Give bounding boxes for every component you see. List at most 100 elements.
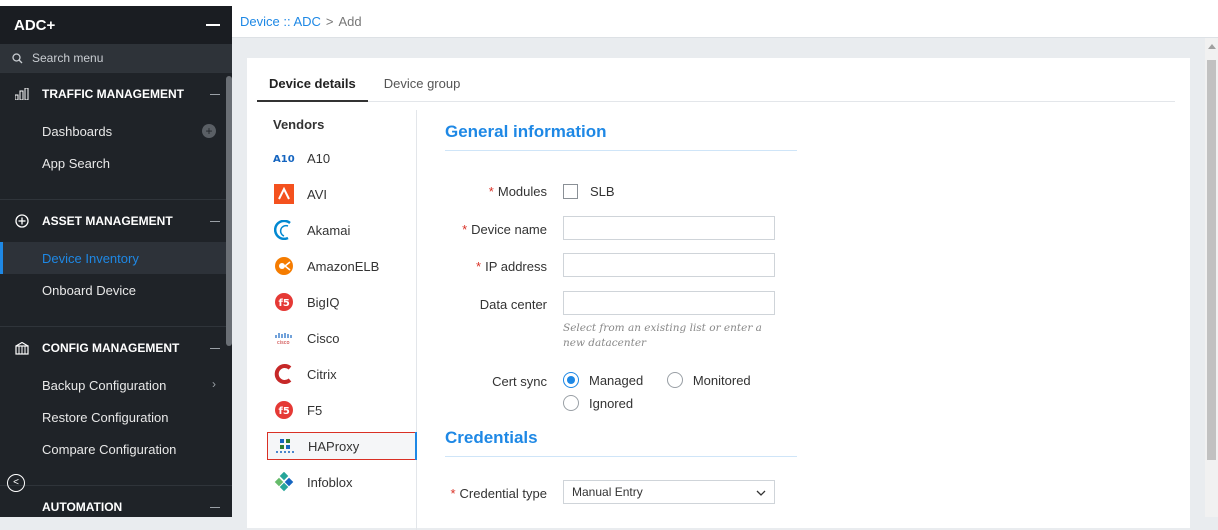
cert-managed-radio[interactable]: Managed: [563, 372, 643, 388]
avi-logo-icon: [273, 183, 295, 205]
credential-type-select[interactable]: Manual Entry: [563, 480, 775, 504]
sidebar-item-restore-configuration[interactable]: Restore Configuration: [0, 401, 232, 433]
vendor-label: A10: [307, 150, 331, 166]
collapse-sidebar-icon[interactable]: <: [7, 474, 25, 492]
sidebar-item-backup-configuration[interactable]: Backup Configuration ›: [0, 369, 232, 401]
sidebar-item-label: Compare Configuration: [42, 441, 177, 457]
tab-bar: Device details Device group: [257, 68, 1175, 102]
required-marker: *: [450, 486, 456, 501]
slb-label: SLB: [590, 184, 615, 199]
vendor-avi[interactable]: AVI: [267, 176, 416, 212]
sidebar-item-app-search[interactable]: App Search: [0, 147, 232, 179]
vendor-bigiq[interactable]: f5 BigIQ: [267, 284, 416, 320]
credential-type-value: Manual Entry: [572, 485, 643, 499]
search-menu-placeholder: Search menu: [32, 51, 104, 65]
ip-address-input[interactable]: [563, 253, 775, 277]
tab-device-group[interactable]: Device group: [372, 68, 473, 100]
cert-monitored-radio[interactable]: Monitored: [666, 372, 751, 388]
data-center-input[interactable]: [563, 291, 775, 315]
app-title: ADC+: [14, 16, 56, 34]
sidebar-item-label: Restore Configuration: [42, 409, 169, 425]
section-config-management[interactable]: CONFIG MANAGEMENT: [0, 326, 232, 369]
radio-label: Ignored: [589, 395, 634, 411]
data-center-help-text: Select from an existing list or enter a …: [563, 322, 762, 349]
vendor-cisco[interactable]: cisco Cisco: [267, 320, 416, 356]
radio-button[interactable]: [563, 395, 579, 411]
collapse-section-icon[interactable]: [210, 506, 220, 508]
vendor-amazonelb[interactable]: AmazonELB: [267, 248, 416, 284]
vendor-label: Akamai: [307, 222, 351, 238]
checkbox-box[interactable]: [563, 184, 578, 199]
radio-button[interactable]: [563, 372, 579, 388]
required-marker: *: [476, 259, 482, 274]
collapse-section-icon[interactable]: [210, 347, 220, 349]
vendor-label: BigIQ: [307, 294, 340, 310]
radio-button[interactable]: [666, 372, 683, 388]
search-icon: [12, 52, 23, 64]
vendors-title: Vendors: [273, 117, 325, 132]
device-name-row: * Device name: [445, 216, 775, 240]
vendor-haproxy[interactable]: HAProxy: [267, 432, 417, 460]
svg-text:cisco: cisco: [277, 340, 290, 345]
vendor-label: Cisco: [307, 330, 340, 346]
sidebar-item-device-inventory[interactable]: Device Inventory: [0, 242, 232, 274]
haproxy-logo-icon: [274, 435, 296, 457]
section-label: ASSET MANAGEMENT: [42, 214, 173, 228]
data-center-label: Data center: [479, 297, 547, 312]
breadcrumb-current: Add: [338, 14, 362, 29]
amazonelb-logo-icon: [273, 255, 295, 277]
vendor-label: AVI: [307, 186, 327, 202]
ip-address-label: IP address: [485, 259, 547, 274]
sidebar-scrollbar[interactable]: [226, 76, 232, 346]
general-information-title: General information: [445, 122, 797, 151]
scrollbar-thumb[interactable]: [1207, 60, 1216, 460]
vendor-akamai[interactable]: Akamai: [267, 212, 416, 248]
vendor-label: F5: [307, 402, 323, 418]
f5-logo-icon: f5: [273, 291, 295, 313]
vendor-label: AmazonELB: [307, 258, 380, 274]
sidebar-item-compare-configuration[interactable]: Compare Configuration: [0, 433, 232, 465]
vendor-label: HAProxy: [308, 438, 360, 454]
ip-address-row: * IP address: [445, 253, 775, 277]
sidebar-item-label: Device Inventory: [42, 250, 139, 266]
collapse-section-icon[interactable]: [210, 220, 220, 222]
add-dashboard-icon[interactable]: +: [202, 124, 216, 138]
svg-text:f5: f5: [279, 406, 290, 417]
asset-icon: [14, 214, 30, 228]
sidebar-item-dashboards[interactable]: Dashboards +: [0, 115, 232, 147]
citrix-logo-icon: [273, 363, 295, 385]
modules-row: * Modules SLB: [445, 178, 635, 199]
radio-label: Monitored: [692, 372, 751, 388]
sidebar-item-label: Dashboards: [42, 123, 113, 139]
device-name-input[interactable]: [563, 216, 775, 240]
vendor-f5[interactable]: f5 F5: [267, 392, 416, 428]
cert-ignored-radio[interactable]: Ignored: [563, 395, 633, 411]
menu-search[interactable]: Search menu: [0, 44, 232, 72]
device-add-card: Device details Device group Vendors A10 …: [247, 58, 1190, 530]
sidebar-item-label: Onboard Device: [42, 282, 136, 298]
sidebar-item-onboard-device[interactable]: Onboard Device: [0, 274, 232, 306]
device-name-label: Device name: [471, 222, 547, 237]
scroll-up-icon[interactable]: [1208, 44, 1216, 49]
breadcrumb: Device :: ADC > Add: [232, 6, 1218, 38]
modules-label: Modules: [497, 184, 547, 199]
page-scrollbar[interactable]: [1205, 38, 1218, 517]
cert-sync-label: Cert sync: [492, 374, 547, 389]
infoblox-logo-icon: [273, 471, 295, 493]
section-traffic-management[interactable]: TRAFFIC MANAGEMENT: [0, 72, 232, 115]
sidebar-item-label: Backup Configuration: [42, 377, 167, 393]
bar-chart-icon: [14, 88, 30, 100]
vendor-citrix[interactable]: Citrix: [267, 356, 416, 392]
vendor-infoblox[interactable]: Infoblox: [267, 464, 416, 500]
vendor-a10[interactable]: A10 A10: [267, 140, 416, 176]
collapse-menu-icon[interactable]: [206, 24, 220, 26]
section-automation[interactable]: AUTOMATION: [0, 485, 232, 517]
collapse-section-icon[interactable]: [210, 93, 220, 95]
slb-checkbox[interactable]: SLB: [563, 178, 615, 199]
section-asset-management[interactable]: ASSET MANAGEMENT: [0, 199, 232, 242]
breadcrumb-device-adc[interactable]: Device :: ADC: [240, 14, 321, 29]
tab-device-details[interactable]: Device details: [257, 68, 368, 102]
radio-label: Managed: [589, 372, 644, 388]
svg-text:f5: f5: [279, 298, 290, 309]
chevron-right-icon: ›: [212, 377, 216, 391]
